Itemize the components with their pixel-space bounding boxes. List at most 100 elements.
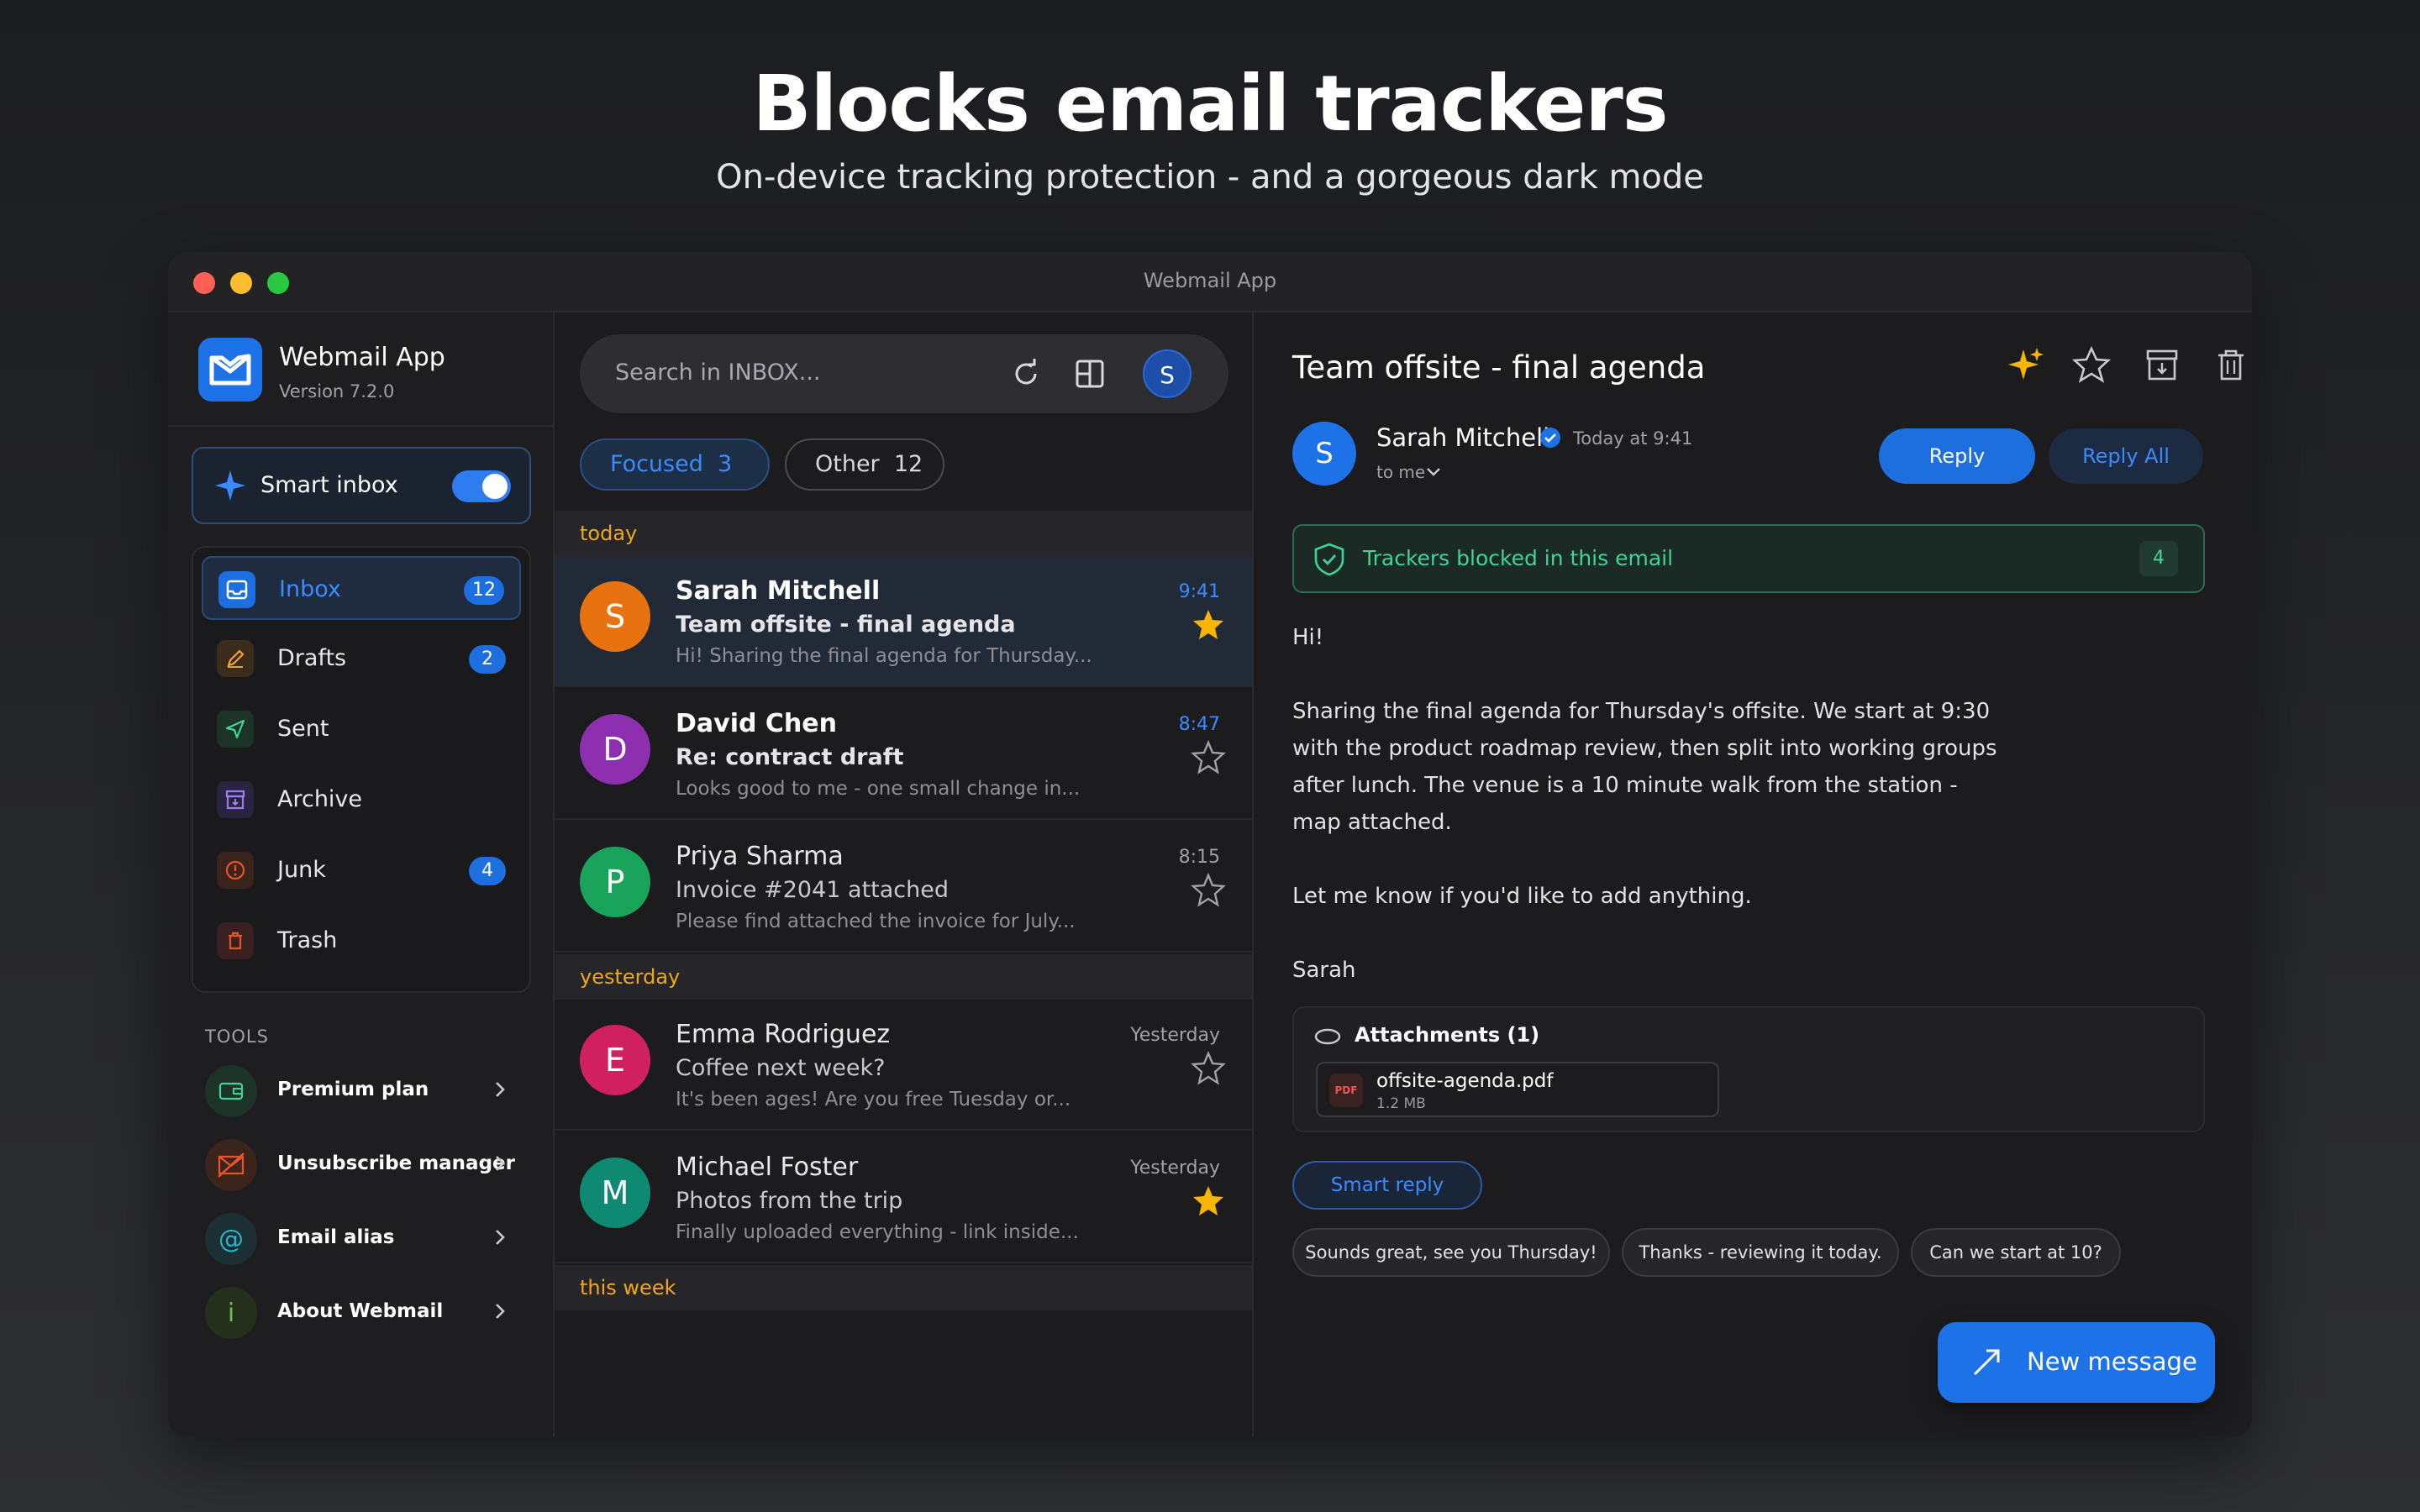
tool-label: Email alias	[277, 1226, 395, 1248]
message-time: 8:15	[1178, 847, 1220, 868]
list-item[interactable]: M Michael Foster Photos from the trip Fi…	[555, 1132, 1252, 1263]
chevron-down-icon	[1427, 468, 1441, 476]
message-body-line: Sharing the final agenda for Thursday's …	[1292, 699, 1991, 724]
search-input[interactable]: Search in INBOX...	[615, 360, 821, 386]
sparkle-icon[interactable]	[2005, 344, 2047, 386]
message-body-signature: Sarah	[1292, 958, 1356, 983]
sidebar-item-sent[interactable]: Sent	[202, 697, 521, 761]
suggested-reply-chip[interactable]: Can we start at 10?	[1911, 1228, 2121, 1277]
list-item[interactable]: S Sarah Mitchell Team offsite - final ag…	[555, 556, 1252, 687]
star-filled-icon[interactable]	[1190, 606, 1227, 643]
tool-premium-plan[interactable]: Premium plan	[202, 1060, 521, 1121]
list-item[interactable]: P Priya Sharma Invoice #2041 attached Pl…	[555, 822, 1252, 953]
list-item[interactable]: E Emma Rodriguez Coffee next week? It's …	[555, 1000, 1252, 1131]
message-body-line: after lunch. The venue is a 10 minute wa…	[1292, 773, 1958, 798]
pdf-file-icon: PDF	[1329, 1074, 1363, 1107]
sidebar: Webmail App Version 7.2.0 Smart inbox In…	[168, 312, 555, 1436]
wallet-icon	[205, 1065, 257, 1117]
reply-button[interactable]: Reply	[1879, 428, 2035, 484]
sender-name: Sarah Mitchell	[1376, 423, 1550, 452]
new-message-button[interactable]: New message	[1938, 1322, 2215, 1403]
smart-inbox-label: Smart inbox	[260, 472, 398, 498]
suggested-reply-chip[interactable]: Sounds great, see you Thursday!	[1292, 1228, 1610, 1277]
section-header-this-week: this week	[555, 1265, 1252, 1310]
app-header: Webmail App Version 7.2.0	[168, 312, 553, 427]
archive-icon	[217, 781, 254, 818]
sender-name: Sarah Mitchell	[676, 576, 881, 606]
section-header-yesterday: yesterday	[555, 954, 1252, 1000]
tool-unsubscribe-manager[interactable]: Unsubscribe manager	[202, 1134, 521, 1194]
sidebar-item-label: Drafts	[277, 645, 347, 671]
message-body-line: with the product roadmap review, then sp…	[1292, 736, 1997, 761]
tab-focused[interactable]: Focused 3	[580, 438, 770, 491]
message-subject: Photos from the trip	[676, 1188, 903, 1214]
avatar: D	[580, 714, 650, 785]
section-header-today: today	[555, 511, 1252, 556]
sidebar-item-trash[interactable]: Trash	[202, 909, 521, 973]
smart-inbox-switch[interactable]	[452, 470, 511, 502]
sidebar-item-label: Archive	[277, 786, 363, 812]
sender-name: Priya Sharma	[676, 842, 844, 871]
recipient-toggle[interactable]: to me	[1376, 462, 1442, 482]
tool-email-alias[interactable]: @ Email alias	[202, 1208, 521, 1268]
chevron-right-icon	[487, 1299, 513, 1324]
tool-label: Unsubscribe manager	[277, 1152, 515, 1174]
send-icon	[217, 711, 254, 748]
tab-count: 12	[893, 451, 923, 477]
titlebar: Webmail App	[168, 252, 2252, 312]
sidebar-item-junk[interactable]: Junk 4	[202, 838, 521, 902]
smart-inbox-toggle-row[interactable]: Smart inbox	[192, 447, 531, 524]
unread-badge: 2	[469, 645, 506, 674]
tool-label: Premium plan	[277, 1079, 429, 1100]
info-icon: i	[205, 1287, 257, 1339]
tab-count: 3	[718, 451, 733, 477]
sender-name: Emma Rodriguez	[676, 1020, 891, 1049]
trash-icon[interactable]	[2210, 344, 2252, 386]
reading-pane: Team offsite - final agenda S Sarah Mitc…	[1254, 312, 2252, 1436]
trash-icon	[217, 922, 254, 959]
star-outline-icon[interactable]	[1190, 872, 1227, 909]
message-preview: Hi! Sharing the final agenda for Thursda…	[676, 645, 1092, 667]
hero-subtitle: On-device tracking protection - and a go…	[716, 158, 1704, 197]
star-filled-icon[interactable]	[1190, 1183, 1227, 1220]
trackers-blocked-banner[interactable]: Trackers blocked in this email 4	[1292, 524, 2205, 593]
tool-about-webmail[interactable]: i About Webmail	[202, 1282, 521, 1342]
account-avatar[interactable]: S	[1143, 349, 1192, 398]
unread-badge: 4	[469, 857, 506, 885]
suggested-reply-chip[interactable]: Thanks - reviewing it today.	[1622, 1228, 1899, 1277]
tab-label: Other	[815, 451, 880, 477]
star-outline-icon[interactable]	[1190, 1050, 1227, 1087]
unsubscribe-icon	[205, 1139, 257, 1191]
refresh-icon[interactable]	[1008, 356, 1044, 391]
message-body-line: Let me know if you'd like to add anythin…	[1292, 884, 1752, 909]
reply-all-button[interactable]: Reply All	[2049, 428, 2203, 484]
attachment-file[interactable]: PDF offsite-agenda.pdf 1.2 MB	[1316, 1062, 1719, 1117]
layout-icon[interactable]	[1072, 356, 1107, 391]
message-time: Yesterday	[1130, 1158, 1220, 1179]
attachment-size: 1.2 MB	[1376, 1095, 1426, 1112]
sparkle-icon	[212, 467, 249, 504]
compose-icon	[1968, 1344, 2005, 1381]
verified-icon	[1538, 425, 1563, 450]
sender-avatar: S	[1292, 422, 1356, 486]
paperclip-icon	[1313, 1023, 1343, 1050]
app-logo-icon	[198, 338, 262, 402]
search-bar[interactable]: Search in INBOX... S	[580, 334, 1228, 413]
avatar: M	[580, 1158, 650, 1228]
star-outline-icon[interactable]	[1190, 739, 1227, 776]
message-subject: Re: contract draft	[676, 744, 904, 770]
at-icon: @	[205, 1213, 257, 1265]
message-subject: Coffee next week?	[676, 1055, 886, 1081]
new-message-label: New message	[2027, 1347, 2197, 1376]
smart-reply-button[interactable]: Smart reply	[1292, 1161, 1482, 1210]
recipient-label: to me	[1376, 462, 1426, 482]
star-icon[interactable]	[2070, 344, 2112, 386]
list-item[interactable]: D David Chen Re: contract draft Looks go…	[555, 689, 1252, 820]
sidebar-item-drafts[interactable]: Drafts 2	[202, 627, 521, 690]
avatar: S	[580, 581, 650, 652]
sidebar-item-archive[interactable]: Archive	[202, 768, 521, 832]
archive-icon[interactable]	[2141, 344, 2183, 386]
sidebar-item-inbox[interactable]: Inbox 12	[202, 556, 521, 620]
trackers-label: Trackers blocked in this email	[1363, 546, 1674, 570]
tab-other[interactable]: Other 12	[785, 438, 944, 491]
